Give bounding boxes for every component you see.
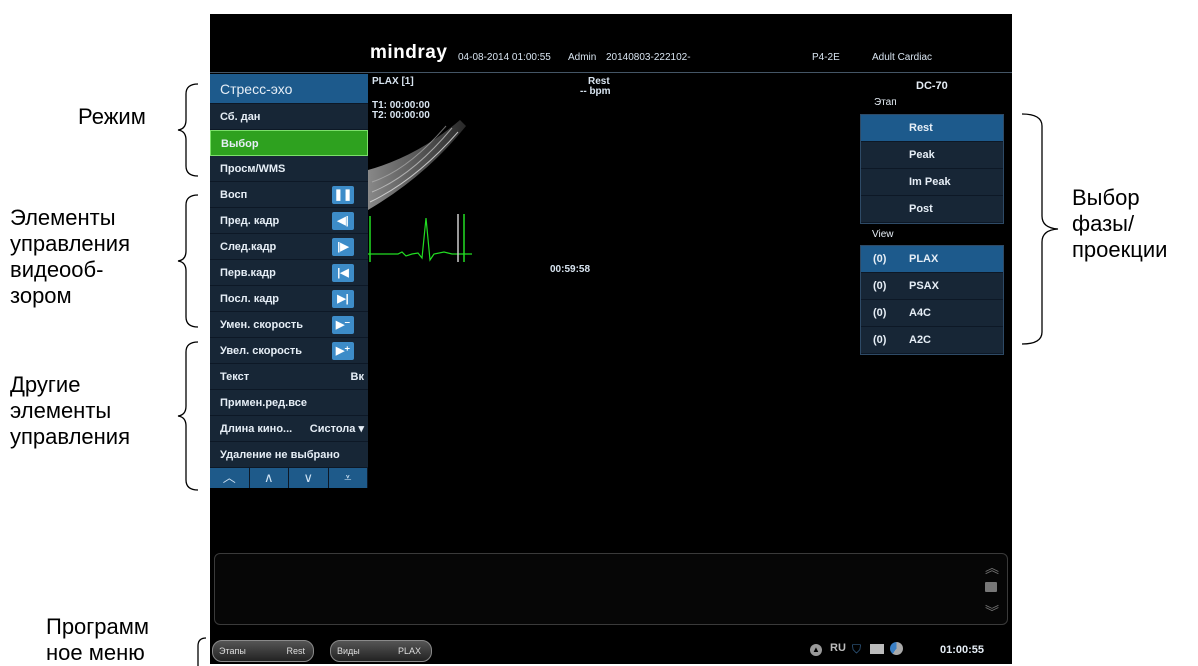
status-time: 01:00:55 xyxy=(940,644,985,656)
soft-button-stages[interactable]: Этапы Rest xyxy=(212,640,314,662)
menu-item-text-label: Текст xyxy=(220,371,250,383)
menu-item-prev-frame-label: Пред. кадр xyxy=(220,215,280,227)
page-top-icon[interactable]: ︿ xyxy=(210,468,250,488)
bpm-label: -- bpm xyxy=(580,86,611,97)
menu-item-next-frame[interactable]: След.кадр |▶ xyxy=(210,234,368,260)
system-label: DC-70 xyxy=(916,80,948,92)
menu-item-faster[interactable]: Увел. скорость ▶⁺ xyxy=(210,338,368,364)
annotation-other-controls: Другие элементы управления xyxy=(10,372,130,449)
stage-row-im-peak[interactable]: Im Peak xyxy=(861,169,1003,196)
header-separator xyxy=(210,72,1012,73)
stage-row-post[interactable]: Post xyxy=(861,196,1003,223)
menu-item-next-frame-label: След.кадр xyxy=(220,241,277,253)
left-menu: Стресс-эхо Сб. дан Выбор Просм/WMS Восп … xyxy=(210,74,368,488)
stage-row-rest[interactable]: Rest xyxy=(861,115,1003,142)
brace-other-controls xyxy=(177,341,199,491)
menu-item-slower-label: Умен. скорость xyxy=(220,319,304,331)
menu-item-cine-length-label: Длина кино... xyxy=(220,423,293,435)
header-exam-id: 20140803-222102- xyxy=(606,52,691,63)
scroll-up-icon[interactable]: ︽ xyxy=(985,558,999,578)
last-frame-icon[interactable]: ▶| xyxy=(332,290,354,308)
storage-icon xyxy=(870,644,884,654)
header-preset: Adult Cardiac xyxy=(872,52,933,63)
menu-item-delete[interactable]: Удаление не выбрано xyxy=(210,442,368,468)
view-row-a2c[interactable]: (0) A2C xyxy=(861,327,1003,354)
brace-video-controls xyxy=(177,194,199,328)
view-heading: View xyxy=(872,229,894,240)
menu-item-prev-frame[interactable]: Пред. кадр ◀| xyxy=(210,208,368,234)
menu-page-arrows: ︿ ∧ ∨ ⩡ xyxy=(210,468,368,488)
faster-icon[interactable]: ▶⁺ xyxy=(332,342,354,360)
menu-item-select[interactable]: Выбор xyxy=(210,130,368,156)
slower-icon[interactable]: ▶⁻ xyxy=(332,316,354,334)
stage-heading: Этап xyxy=(874,97,897,108)
menu-item-text[interactable]: Текст Вк xyxy=(210,364,368,390)
probe-icon: ⛉ xyxy=(852,642,862,656)
annotation-phase-select: Выбор фазы/ проекции xyxy=(1072,185,1168,262)
prev-frame-icon[interactable]: ◀| xyxy=(332,212,354,230)
stage-table: Rest Peak Im Peak Post xyxy=(860,114,1004,224)
soft-button-views[interactable]: Виды PLAX xyxy=(330,640,432,662)
disk-usage-icon xyxy=(890,642,903,655)
menu-item-review-wms[interactable]: Просм/WMS xyxy=(210,156,368,182)
menu-item-apply-all[interactable]: Примен.ред.все xyxy=(210,390,368,416)
menu-item-slower[interactable]: Умен. скорость ▶⁻ xyxy=(210,312,368,338)
header-probe: P4-2E xyxy=(812,52,840,63)
pause-icon[interactable]: ❚❚ xyxy=(332,186,354,204)
ultrasound-screen: mindray 04-08-2014 01:00:55 Admin 201408… xyxy=(210,14,1012,664)
menu-item-first-frame-label: Перв.кадр xyxy=(220,267,276,279)
annotation-soft-menu: Программ ное меню xyxy=(46,614,150,665)
stage-row-peak[interactable]: Peak xyxy=(861,142,1003,169)
brace-mode xyxy=(177,83,199,177)
thumbnail-area: ︽ ︾ xyxy=(214,553,1008,625)
menu-item-first-frame[interactable]: Перв.кадр |◀ xyxy=(210,260,368,286)
ecg-trace xyxy=(368,214,472,262)
annotation-mode: Режим xyxy=(78,104,146,129)
menu-item-collect-data[interactable]: Сб. дан xyxy=(210,104,368,130)
view-row-plax[interactable]: (0) PLAX xyxy=(861,246,1003,273)
menu-item-cine-length[interactable]: Длина кино... Систола ▾ xyxy=(210,416,368,442)
brand-logo: mindray xyxy=(370,42,448,63)
menu-item-text-value: Вк xyxy=(350,371,364,383)
menu-item-play-label: Восп xyxy=(220,189,248,201)
view-row-psax[interactable]: (0) PSAX xyxy=(861,273,1003,300)
view-label: PLAX [1] xyxy=(372,76,414,87)
menu-item-play[interactable]: Восп ❚❚ xyxy=(210,182,368,208)
brace-phase-select xyxy=(1021,113,1059,345)
menu-title-stress-echo[interactable]: Стресс-эхо xyxy=(210,74,368,104)
first-frame-icon[interactable]: |◀ xyxy=(332,264,354,282)
header-user: Admin xyxy=(568,52,597,63)
menu-item-last-frame[interactable]: Посл. кадр ▶| xyxy=(210,286,368,312)
page-bottom-icon[interactable]: ⩡ xyxy=(329,468,368,488)
page-up-icon[interactable]: ∧ xyxy=(250,468,289,488)
view-table: (0) PLAX (0) PSAX (0) A4C (0) A2C xyxy=(860,245,1004,355)
view-row-a4c[interactable]: (0) A4C xyxy=(861,300,1003,327)
thumbnail-view-icon[interactable] xyxy=(985,582,997,592)
header-datetime: 04-08-2014 01:00:55 xyxy=(458,52,551,63)
cine-timer: 00:59:58 xyxy=(550,264,591,275)
scroll-down-icon[interactable]: ︾ xyxy=(985,602,999,622)
menu-item-faster-label: Увел. скорость xyxy=(220,345,303,357)
annotation-video-controls: Элементы управления видеооб- зором xyxy=(10,205,130,308)
ultrasound-image xyxy=(368,120,466,210)
page-down-icon[interactable]: ∨ xyxy=(289,468,329,488)
brace-soft-menu xyxy=(197,637,207,666)
language-indicator: RU xyxy=(830,642,846,654)
next-frame-icon[interactable]: |▶ xyxy=(332,238,354,256)
chevron-up-circle-icon[interactable]: ▲ xyxy=(810,644,822,656)
menu-item-cine-length-value: Систола ▾ xyxy=(309,423,364,435)
menu-item-last-frame-label: Посл. кадр xyxy=(220,293,280,305)
